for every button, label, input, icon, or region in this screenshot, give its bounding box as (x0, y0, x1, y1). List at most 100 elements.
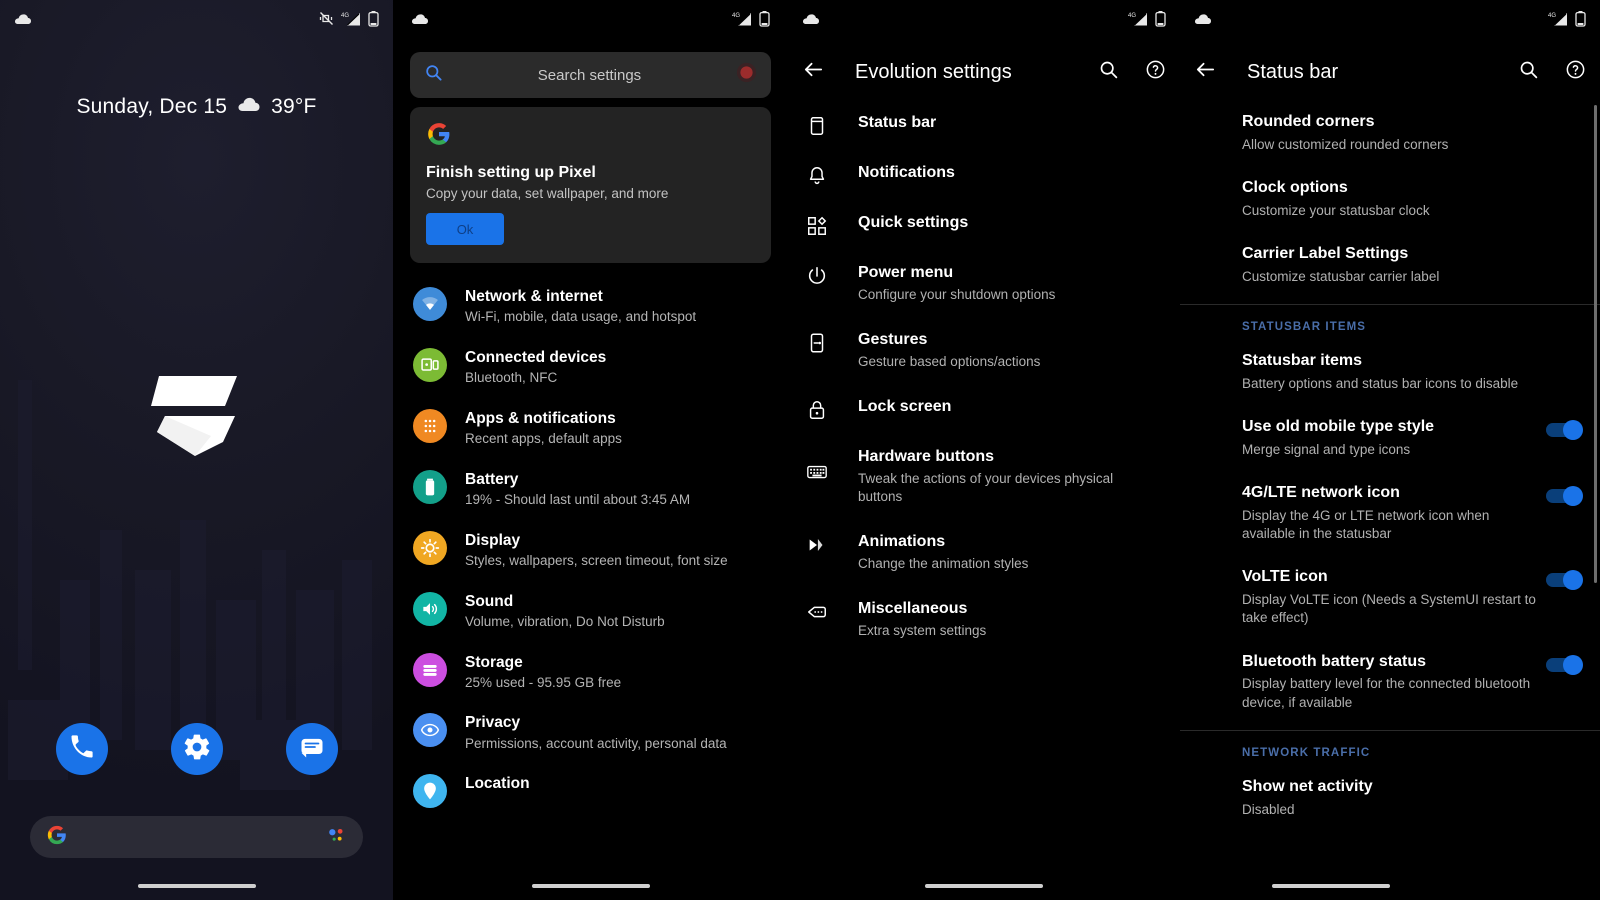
gesture-nav-pill[interactable] (1272, 884, 1391, 888)
google-assistant-icon[interactable] (325, 824, 347, 851)
gesture-nav-pill[interactable] (137, 884, 256, 888)
cloud-icon (1194, 12, 1212, 31)
pref-title: Show net activity (1242, 777, 1373, 795)
item-title: Battery (465, 470, 519, 488)
item-subtitle: 25% used - 95.95 GB free (465, 674, 622, 690)
evolution-item-power-menu[interactable]: Power menu Configure your shutdown optio… (788, 250, 1180, 317)
pref-subtitle: Customize your statusbar clock (1242, 202, 1430, 218)
pref-statusbar-items[interactable]: Statusbar items Battery options and stat… (1180, 339, 1600, 405)
item-subtitle: Permissions, account activity, personal … (465, 735, 727, 751)
battery-icon (759, 10, 770, 32)
vibrate-off-icon (319, 11, 334, 31)
item-subtitle: Change the animation styles (858, 556, 1029, 572)
pref-subtitle: Disabled (1242, 801, 1295, 817)
pref-volte-icon[interactable]: VoLTE icon Display VoLTE icon (Needs a S… (1180, 555, 1600, 639)
settings-list: Network & internet Wi-Fi, mobile, data u… (397, 276, 784, 819)
card-subtitle: Copy your data, set wallpaper, and more (426, 186, 669, 201)
status-bar-app-bar: Status bar (1180, 48, 1600, 96)
pref-clock-options[interactable]: Clock options Customize your statusbar c… (1180, 166, 1600, 232)
wifi-icon (413, 287, 447, 321)
pref-bluetooth-battery-status[interactable]: Bluetooth battery status Display battery… (1180, 640, 1600, 724)
google-search-bar[interactable] (30, 816, 363, 858)
account-avatar[interactable] (736, 62, 757, 88)
page-title: Evolution settings (855, 60, 1012, 83)
evolution-item-animations[interactable]: Animations Change the animation styles (788, 519, 1180, 586)
toggle-volte-icon[interactable] (1546, 570, 1583, 591)
toggle-4g-lte-network-icon[interactable] (1546, 486, 1583, 507)
evolution-item-miscellaneous[interactable]: Miscellaneous Extra system settings (788, 586, 1180, 653)
gesture-nav-pill[interactable] (925, 884, 1043, 888)
help-circle-icon[interactable] (1565, 59, 1586, 85)
back-arrow-icon[interactable] (802, 58, 825, 86)
settings-item-apps[interactable]: Apps & notifications Recent apps, defaul… (397, 398, 784, 459)
settings-item-storage[interactable]: Storage 25% used - 95.95 GB free (397, 642, 784, 703)
settings-item-network[interactable]: Network & internet Wi-Fi, mobile, data u… (397, 276, 784, 337)
cloud-icon (411, 12, 429, 31)
search-icon[interactable] (1098, 59, 1119, 85)
dock-app-messages[interactable] (285, 723, 338, 775)
brightness-icon (413, 530, 447, 565)
dock-app-phone[interactable] (55, 723, 108, 775)
settings-panel: 4G Search settings Finish setting up Pix… (397, 0, 784, 900)
pref-rounded-corners[interactable]: Rounded corners Allow customized rounded… (1180, 100, 1600, 166)
pref-use-old-mobile-type-style[interactable]: Use old mobile type style Merge signal a… (1180, 405, 1600, 471)
item-subtitle: Volume, vibration, Do Not Disturb (465, 613, 665, 629)
svg-text:4G: 4G (732, 13, 740, 19)
search-input[interactable]: Search settings (443, 67, 736, 84)
evolution-item-gestures[interactable]: Gestures Gesture based options/actions (788, 317, 1180, 384)
pref-carrier-label-settings[interactable]: Carrier Label Settings Customize statusb… (1180, 232, 1600, 298)
phone-icon (68, 733, 96, 766)
item-title: Lock screen (858, 398, 952, 416)
pref-4g-lte-network-icon[interactable]: 4G/LTE network icon Display the 4G or LT… (1180, 471, 1600, 555)
search-settings-bar[interactable]: Search settings (410, 52, 771, 98)
pref-subtitle: Customize statusbar carrier label (1242, 268, 1440, 284)
battery-icon (368, 10, 379, 32)
battery-icon (1575, 10, 1586, 32)
apps-grid-icon (413, 408, 447, 443)
settings-item-battery[interactable]: Battery 19% - Should last until about 3:… (397, 459, 784, 520)
item-subtitle: Extra system settings (858, 623, 987, 639)
volume-icon (413, 591, 447, 626)
search-icon[interactable] (1518, 59, 1539, 85)
card-ok-button[interactable]: Ok (426, 213, 504, 245)
scrollbar[interactable] (1594, 105, 1597, 583)
item-title: Gestures (858, 331, 928, 349)
date-weather-widget[interactable]: Sunday, Dec 15 39°F (0, 95, 393, 119)
pref-subtitle: Display battery level for the connected … (1242, 676, 1531, 710)
signal-4g-icon: 4G (1128, 11, 1148, 31)
item-subtitle: Styles, wallpapers, screen timeout, font… (465, 553, 728, 569)
settings-item-display[interactable]: Display Styles, wallpapers, screen timeo… (397, 520, 784, 581)
toggle-use-old-mobile-type-style[interactable] (1546, 420, 1583, 441)
back-arrow-icon[interactable] (1194, 58, 1217, 86)
battery-icon (413, 469, 447, 504)
gesture-nav-pill[interactable] (531, 884, 650, 888)
bell-icon (802, 163, 832, 187)
dock-app-settings[interactable] (170, 723, 223, 775)
signal-4g-icon: 4G (732, 11, 752, 31)
item-title: Location (465, 775, 530, 793)
pref-subtitle: Battery options and status bar icons to … (1242, 375, 1519, 391)
settings-item-privacy[interactable]: Privacy Permissions, account activity, p… (397, 702, 784, 763)
setup-suggestion-card[interactable]: Finish setting up Pixel Copy your data, … (410, 107, 771, 263)
pref-subtitle: Display VoLTE icon (Needs a SystemUI res… (1242, 592, 1536, 626)
settings-item-connected-devices[interactable]: Connected devices Bluetooth, NFC (397, 337, 784, 398)
evolution-item-hardware-buttons[interactable]: Hardware buttons Tweak the actions of yo… (788, 434, 1180, 519)
svg-text:4G: 4G (1548, 13, 1556, 19)
pref-subtitle: Merge signal and type icons (1242, 441, 1411, 457)
help-circle-icon[interactable] (1145, 59, 1166, 85)
settings-item-location[interactable]: Location (397, 763, 784, 819)
pref-title: Carrier Label Settings (1242, 245, 1409, 263)
settings-item-sound[interactable]: Sound Volume, vibration, Do Not Disturb (397, 581, 784, 642)
evolution-item-status-bar[interactable]: Status bar (788, 100, 1180, 150)
evolution-item-notifications[interactable]: Notifications (788, 150, 1180, 200)
lock-icon (802, 397, 832, 421)
item-subtitle: Gesture based options/actions (858, 353, 1041, 369)
evolution-item-lock-screen[interactable]: Lock screen (788, 384, 1180, 434)
svg-text:4G: 4G (1128, 13, 1136, 19)
pref-show-net-activity[interactable]: Show net activity Disabled (1180, 765, 1600, 831)
evolution-item-quick-settings[interactable]: Quick settings (788, 200, 1180, 250)
toggle-bluetooth-battery-status[interactable] (1546, 654, 1583, 675)
google-g-icon (46, 824, 68, 851)
widget-temperature: 39°F (271, 95, 317, 118)
pref-title: Bluetooth battery status (1242, 652, 1427, 670)
